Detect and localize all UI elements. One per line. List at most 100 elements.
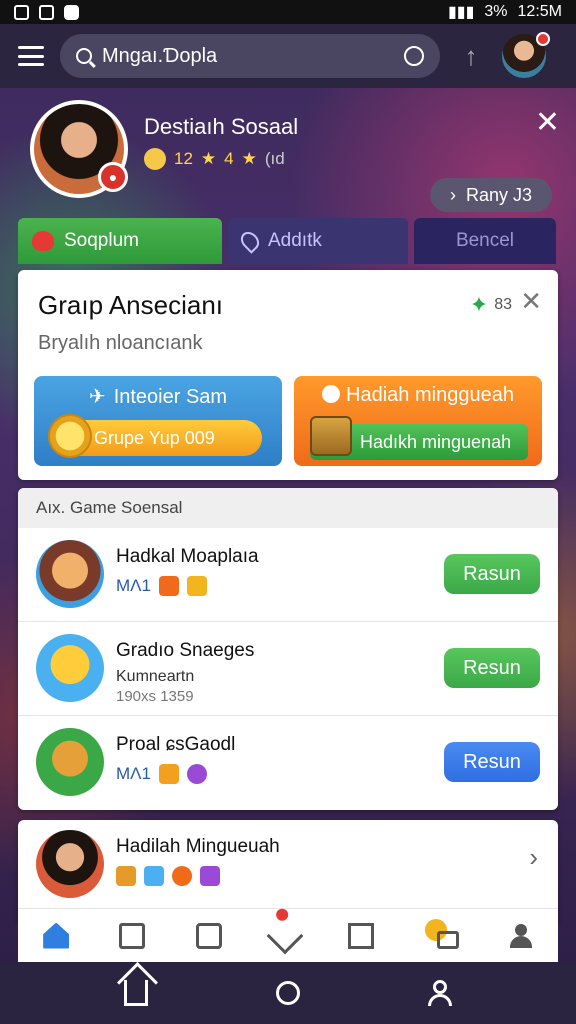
star-icon: ★	[200, 149, 217, 168]
paper-plane-icon: ✈	[88, 386, 106, 408]
mic-icon[interactable]	[404, 46, 424, 66]
item-title: Hadilah Mingueuah	[116, 836, 280, 857]
notification-badge	[536, 32, 550, 46]
orb-icon	[186, 764, 207, 784]
close-icon[interactable]: ✕	[535, 108, 560, 138]
book-icon[interactable]	[119, 922, 146, 949]
search-bar[interactable]: Mngaı.Ɗopla	[60, 34, 440, 78]
top-app-bar: Mngaı.Ɗopla ↑	[0, 24, 576, 88]
card-title: Graıp Ansecianı	[38, 290, 223, 320]
profile-stats: 12 ★ 4 ★ (ıd	[144, 148, 285, 170]
action-button[interactable]: Resun	[444, 648, 540, 688]
item-title: Hadkal Moaplaıa	[116, 546, 259, 567]
cube-icon	[144, 866, 164, 886]
avatar[interactable]	[502, 32, 550, 78]
promo-invite-card[interactable]: ✈ Inteoier Sam Grupe Yup 009	[34, 376, 282, 466]
action-button[interactable]: Rasun	[444, 554, 540, 594]
profile-name: Destiaıh Sosaal	[144, 114, 299, 139]
box-icon	[186, 576, 207, 596]
rank-button[interactable]: › Rany J3	[430, 178, 552, 212]
emoji-icon	[144, 148, 166, 170]
profile-avatar[interactable]: ●	[30, 100, 128, 198]
home-icon[interactable]	[43, 922, 70, 949]
tab-soqplum[interactable]: Soqplum	[18, 218, 222, 264]
game-list-card: Aıx. Game Soensal Hadkal Moaplaıa MΛ1 Ra…	[18, 488, 558, 810]
gift-icon	[116, 866, 136, 886]
user-icon[interactable]	[509, 923, 533, 948]
system-home-icon[interactable]	[124, 980, 148, 1006]
search-icon	[76, 48, 92, 64]
stat-value: 12	[174, 149, 193, 168]
notification-icon	[39, 4, 54, 20]
promo-title: Inteoier Sam	[113, 386, 228, 408]
tab-bencel[interactable]: Bencel	[414, 218, 556, 264]
game-character-icon	[36, 540, 104, 608]
message-icon	[64, 4, 79, 20]
system-circle-icon[interactable]	[276, 981, 300, 1005]
list-item[interactable]: Gradıo Snaeges Kumneartn 190xs 1359 Resu…	[18, 622, 558, 716]
profile-badge-icon: ●	[98, 162, 128, 192]
button-label: Grupe Yup 009	[94, 427, 215, 448]
document-icon[interactable]	[195, 922, 222, 949]
chevron-right-icon[interactable]: ›	[529, 842, 538, 873]
tab-label: Soqplum	[64, 230, 139, 251]
battery-percent: 3%	[484, 3, 508, 20]
status-bar: ▮▮▮ 3% 12:5M	[0, 0, 576, 24]
profile-header: ● Destiaıh Sosaal 12 ★ 4 ★ (ıd ✕ › Rany …	[30, 100, 560, 220]
ball-icon	[172, 866, 192, 886]
system-navigation-bar	[0, 962, 576, 1024]
coin-icon[interactable]	[424, 918, 459, 949]
group-card: Graıp Ansecianı Bryalıh nloancıank ✦ 83 …	[18, 270, 558, 480]
list-item[interactable]: Hadkal Moaplaıa MΛ1 Rasun	[18, 528, 558, 622]
item-sub: MΛ1	[116, 764, 151, 783]
pen-icon[interactable]	[266, 905, 304, 954]
item-sub2: 190xs 1359	[116, 688, 194, 705]
system-person-icon[interactable]	[428, 980, 452, 1006]
notification-badge	[273, 905, 291, 923]
tab-label: Bencel	[455, 230, 515, 251]
gem-icon	[200, 866, 220, 886]
box-icon	[158, 764, 179, 784]
stat-value: 4	[224, 149, 234, 168]
game-cat-icon	[36, 634, 104, 702]
group-join-button[interactable]: Grupe Yup 009	[48, 414, 262, 458]
list-item[interactable]: Proal ɕsGaodl MΛ1 Resun	[18, 716, 558, 810]
reward-icons	[116, 866, 220, 886]
game-castle-icon	[36, 728, 104, 796]
tab-bar: Soqplum Addıtk Bencel	[18, 218, 558, 264]
item-meta: MΛ1	[116, 764, 207, 784]
tab-additk[interactable]: Addıtk	[228, 218, 408, 264]
button-label: Hadıkh minguenah	[360, 431, 512, 452]
coin-icon	[48, 414, 92, 458]
close-icon[interactable]: ✕	[520, 286, 542, 317]
item-meta: MΛ1	[116, 576, 207, 596]
avatar	[36, 830, 104, 898]
reward-row-card[interactable]: Hadilah Mingueuah ›	[18, 820, 558, 920]
section-header: Aıx. Game Soensal	[18, 488, 558, 528]
tab-label: Addıtk	[268, 230, 322, 251]
box-icon[interactable]	[348, 922, 375, 949]
star-icon: ✦	[469, 292, 489, 317]
treasure-chest-icon	[310, 416, 352, 456]
item-sub: Kumneartn	[116, 668, 195, 685]
hamburger-icon[interactable]	[18, 46, 44, 66]
promo-reward-card[interactable]: Hadiah minggueah Hadıkh minguenah	[294, 376, 542, 466]
promo-title: Hadiah minggueah	[346, 384, 514, 406]
upload-icon[interactable]: ↑	[456, 41, 486, 72]
search-input[interactable]: Mngaı.Ɗopla	[102, 45, 394, 68]
star-icon: ★	[241, 149, 257, 168]
reward-claim-button[interactable]: Hadıkh minguenah	[310, 416, 528, 460]
item-title: Gradıo Snaeges	[116, 640, 255, 661]
action-button[interactable]: Resun	[444, 742, 540, 782]
screenshot-icon	[14, 4, 29, 20]
signal-icon: ▮▮▮	[447, 4, 475, 21]
bottom-navigation	[18, 905, 558, 962]
refresh-icon	[322, 385, 341, 403]
stat-value: (ıd	[264, 149, 285, 168]
chevron-right-icon: ›	[449, 184, 456, 205]
stat-count: 83	[494, 296, 512, 313]
card-subtitle: Bryalıh nloancıank	[38, 332, 203, 354]
item-sub: MΛ1	[116, 576, 151, 595]
rank-label: Rany J3	[465, 184, 533, 205]
location-pin-icon	[237, 228, 263, 254]
